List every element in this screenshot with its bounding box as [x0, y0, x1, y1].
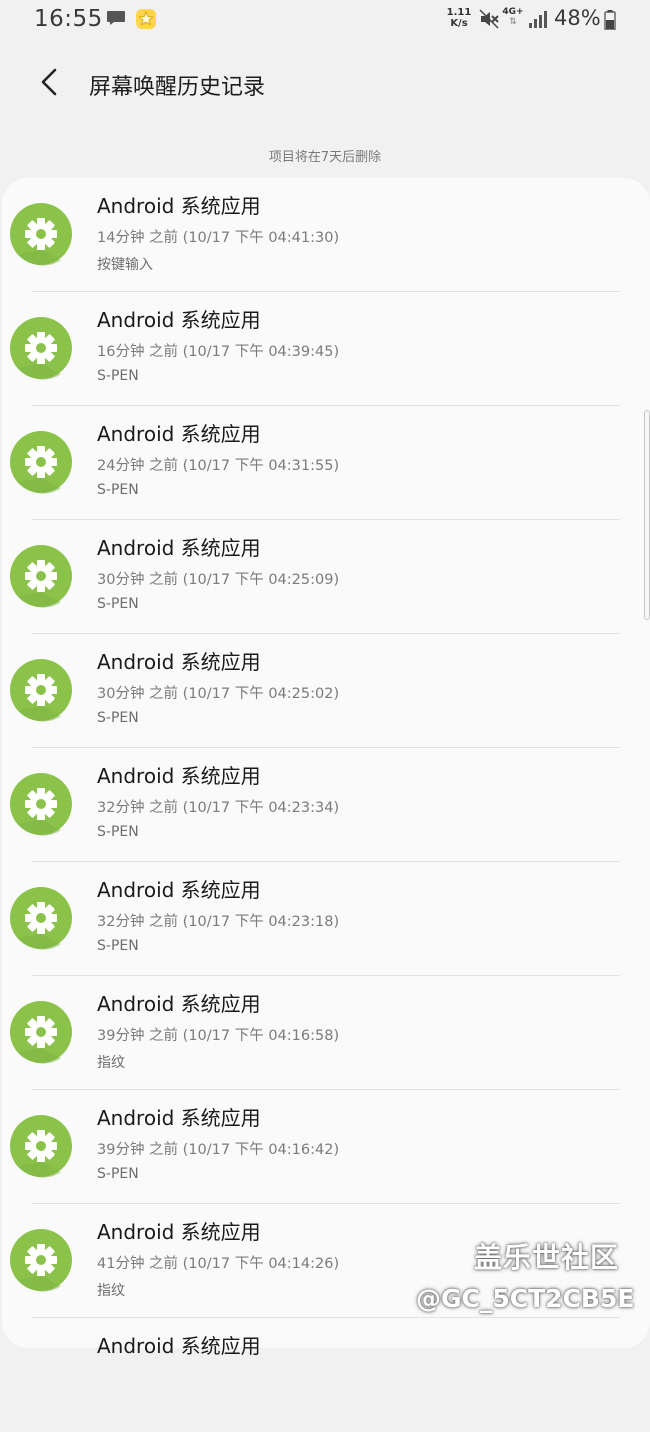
item-title: Android 系统应用 — [97, 1106, 261, 1130]
network-type-label: 4G+ — [502, 7, 524, 17]
watermark-user: @GC_5CT2CB5E — [416, 1284, 635, 1313]
watermark-site: 盖乐世社区 — [474, 1241, 620, 1274]
item-source: 指纹 — [97, 1283, 125, 1299]
list-item[interactable]: Android 系统应用 30分钟 之前 (10/17 下午 04:25:02)… — [2, 634, 650, 748]
gear-icon — [10, 1001, 72, 1064]
item-title: Android 系统应用 — [97, 764, 261, 788]
item-source: S-PEN — [97, 710, 139, 726]
item-title: Android 系统应用 — [97, 1220, 261, 1244]
status-bar: 16:55 1.11 K/s 4G+ ⇅ 48% — [0, 0, 650, 40]
list-item[interactable]: Android 系统应用 16分钟 之前 (10/17 下午 04:39:45)… — [2, 292, 650, 406]
gear-icon — [10, 431, 72, 494]
item-source: S-PEN — [97, 824, 139, 840]
network-speed: 1.11 K/s — [445, 7, 473, 29]
list-item[interactable]: Android 系统应用 39分钟 之前 (10/17 下午 04:16:42)… — [2, 1090, 650, 1204]
gear-icon — [10, 545, 72, 608]
retention-notice: 项目将在7天后删除 — [268, 150, 382, 165]
list-item[interactable]: Android 系统应用 — [2, 1318, 650, 1432]
speed-unit: K/s — [450, 18, 468, 29]
signal-icon — [529, 11, 547, 28]
item-time: 39分钟 之前 (10/17 下午 04:16:58) — [97, 1028, 340, 1044]
item-time: 41分钟 之前 (10/17 下午 04:14:26) — [97, 1256, 340, 1272]
item-title: Android 系统应用 — [97, 194, 261, 218]
message-icon — [107, 11, 125, 25]
item-title: Android 系统应用 — [97, 992, 261, 1016]
item-source: 按键输入 — [97, 257, 153, 273]
status-time: 16:55 — [34, 6, 103, 32]
list-item[interactable]: Android 系统应用 24分钟 之前 (10/17 下午 04:31:55)… — [2, 406, 650, 520]
item-source: S-PEN — [97, 596, 139, 612]
gear-icon — [10, 1229, 72, 1292]
item-title: Android 系统应用 — [97, 536, 261, 560]
item-title: Android 系统应用 — [97, 1334, 261, 1358]
gear-icon — [10, 659, 72, 722]
page-title: 屏幕唤醒历史记录 — [89, 75, 266, 100]
star-badge-icon — [136, 9, 156, 29]
item-time: 32分钟 之前 (10/17 下午 04:23:34) — [97, 800, 340, 816]
network-type: 4G+ ⇅ — [502, 7, 524, 27]
item-title: Android 系统应用 — [97, 878, 261, 902]
item-title: Android 系统应用 — [97, 650, 261, 674]
scrollbar[interactable] — [644, 410, 650, 620]
back-arrow-icon[interactable] — [30, 62, 70, 102]
battery-percent: 48% — [554, 6, 601, 30]
item-source: S-PEN — [97, 482, 139, 498]
item-source: S-PEN — [97, 938, 139, 954]
list-item[interactable]: Android 系统应用 14分钟 之前 (10/17 下午 04:41:30)… — [2, 178, 650, 292]
item-title: Android 系统应用 — [97, 422, 261, 446]
item-title: Android 系统应用 — [97, 308, 261, 332]
item-source: 指纹 — [97, 1055, 125, 1071]
item-time: 14分钟 之前 (10/17 下午 04:41:30) — [97, 230, 340, 246]
mute-icon — [479, 9, 499, 29]
item-time: 32分钟 之前 (10/17 下午 04:23:18) — [97, 914, 340, 930]
history-list[interactable]: Android 系统应用 14分钟 之前 (10/17 下午 04:41:30)… — [2, 178, 650, 1358]
list-item[interactable]: Android 系统应用 32分钟 之前 (10/17 下午 04:23:34)… — [2, 748, 650, 862]
app-header: 屏幕唤醒历史记录 — [0, 48, 650, 118]
gear-icon — [10, 203, 72, 266]
data-arrows-icon: ⇅ — [509, 17, 517, 27]
battery-icon — [604, 10, 616, 30]
item-source: S-PEN — [97, 368, 139, 384]
gear-icon — [10, 887, 72, 950]
item-time: 39分钟 之前 (10/17 下午 04:16:42) — [97, 1142, 340, 1158]
gear-icon — [10, 773, 72, 836]
item-time: 16分钟 之前 (10/17 下午 04:39:45) — [97, 344, 340, 360]
list-item[interactable]: Android 系统应用 39分钟 之前 (10/17 下午 04:16:58)… — [2, 976, 650, 1090]
item-time: 30分钟 之前 (10/17 下午 04:25:02) — [97, 686, 340, 702]
gear-icon — [10, 317, 72, 380]
gear-icon — [10, 1115, 72, 1178]
item-source: S-PEN — [97, 1166, 139, 1182]
item-time: 24分钟 之前 (10/17 下午 04:31:55) — [97, 458, 340, 474]
speed-value: 1.11 — [446, 7, 472, 18]
list-item[interactable]: Android 系统应用 32分钟 之前 (10/17 下午 04:23:18)… — [2, 862, 650, 976]
list-item[interactable]: Android 系统应用 30分钟 之前 (10/17 下午 04:25:09)… — [2, 520, 650, 634]
item-time: 30分钟 之前 (10/17 下午 04:25:09) — [97, 572, 340, 588]
